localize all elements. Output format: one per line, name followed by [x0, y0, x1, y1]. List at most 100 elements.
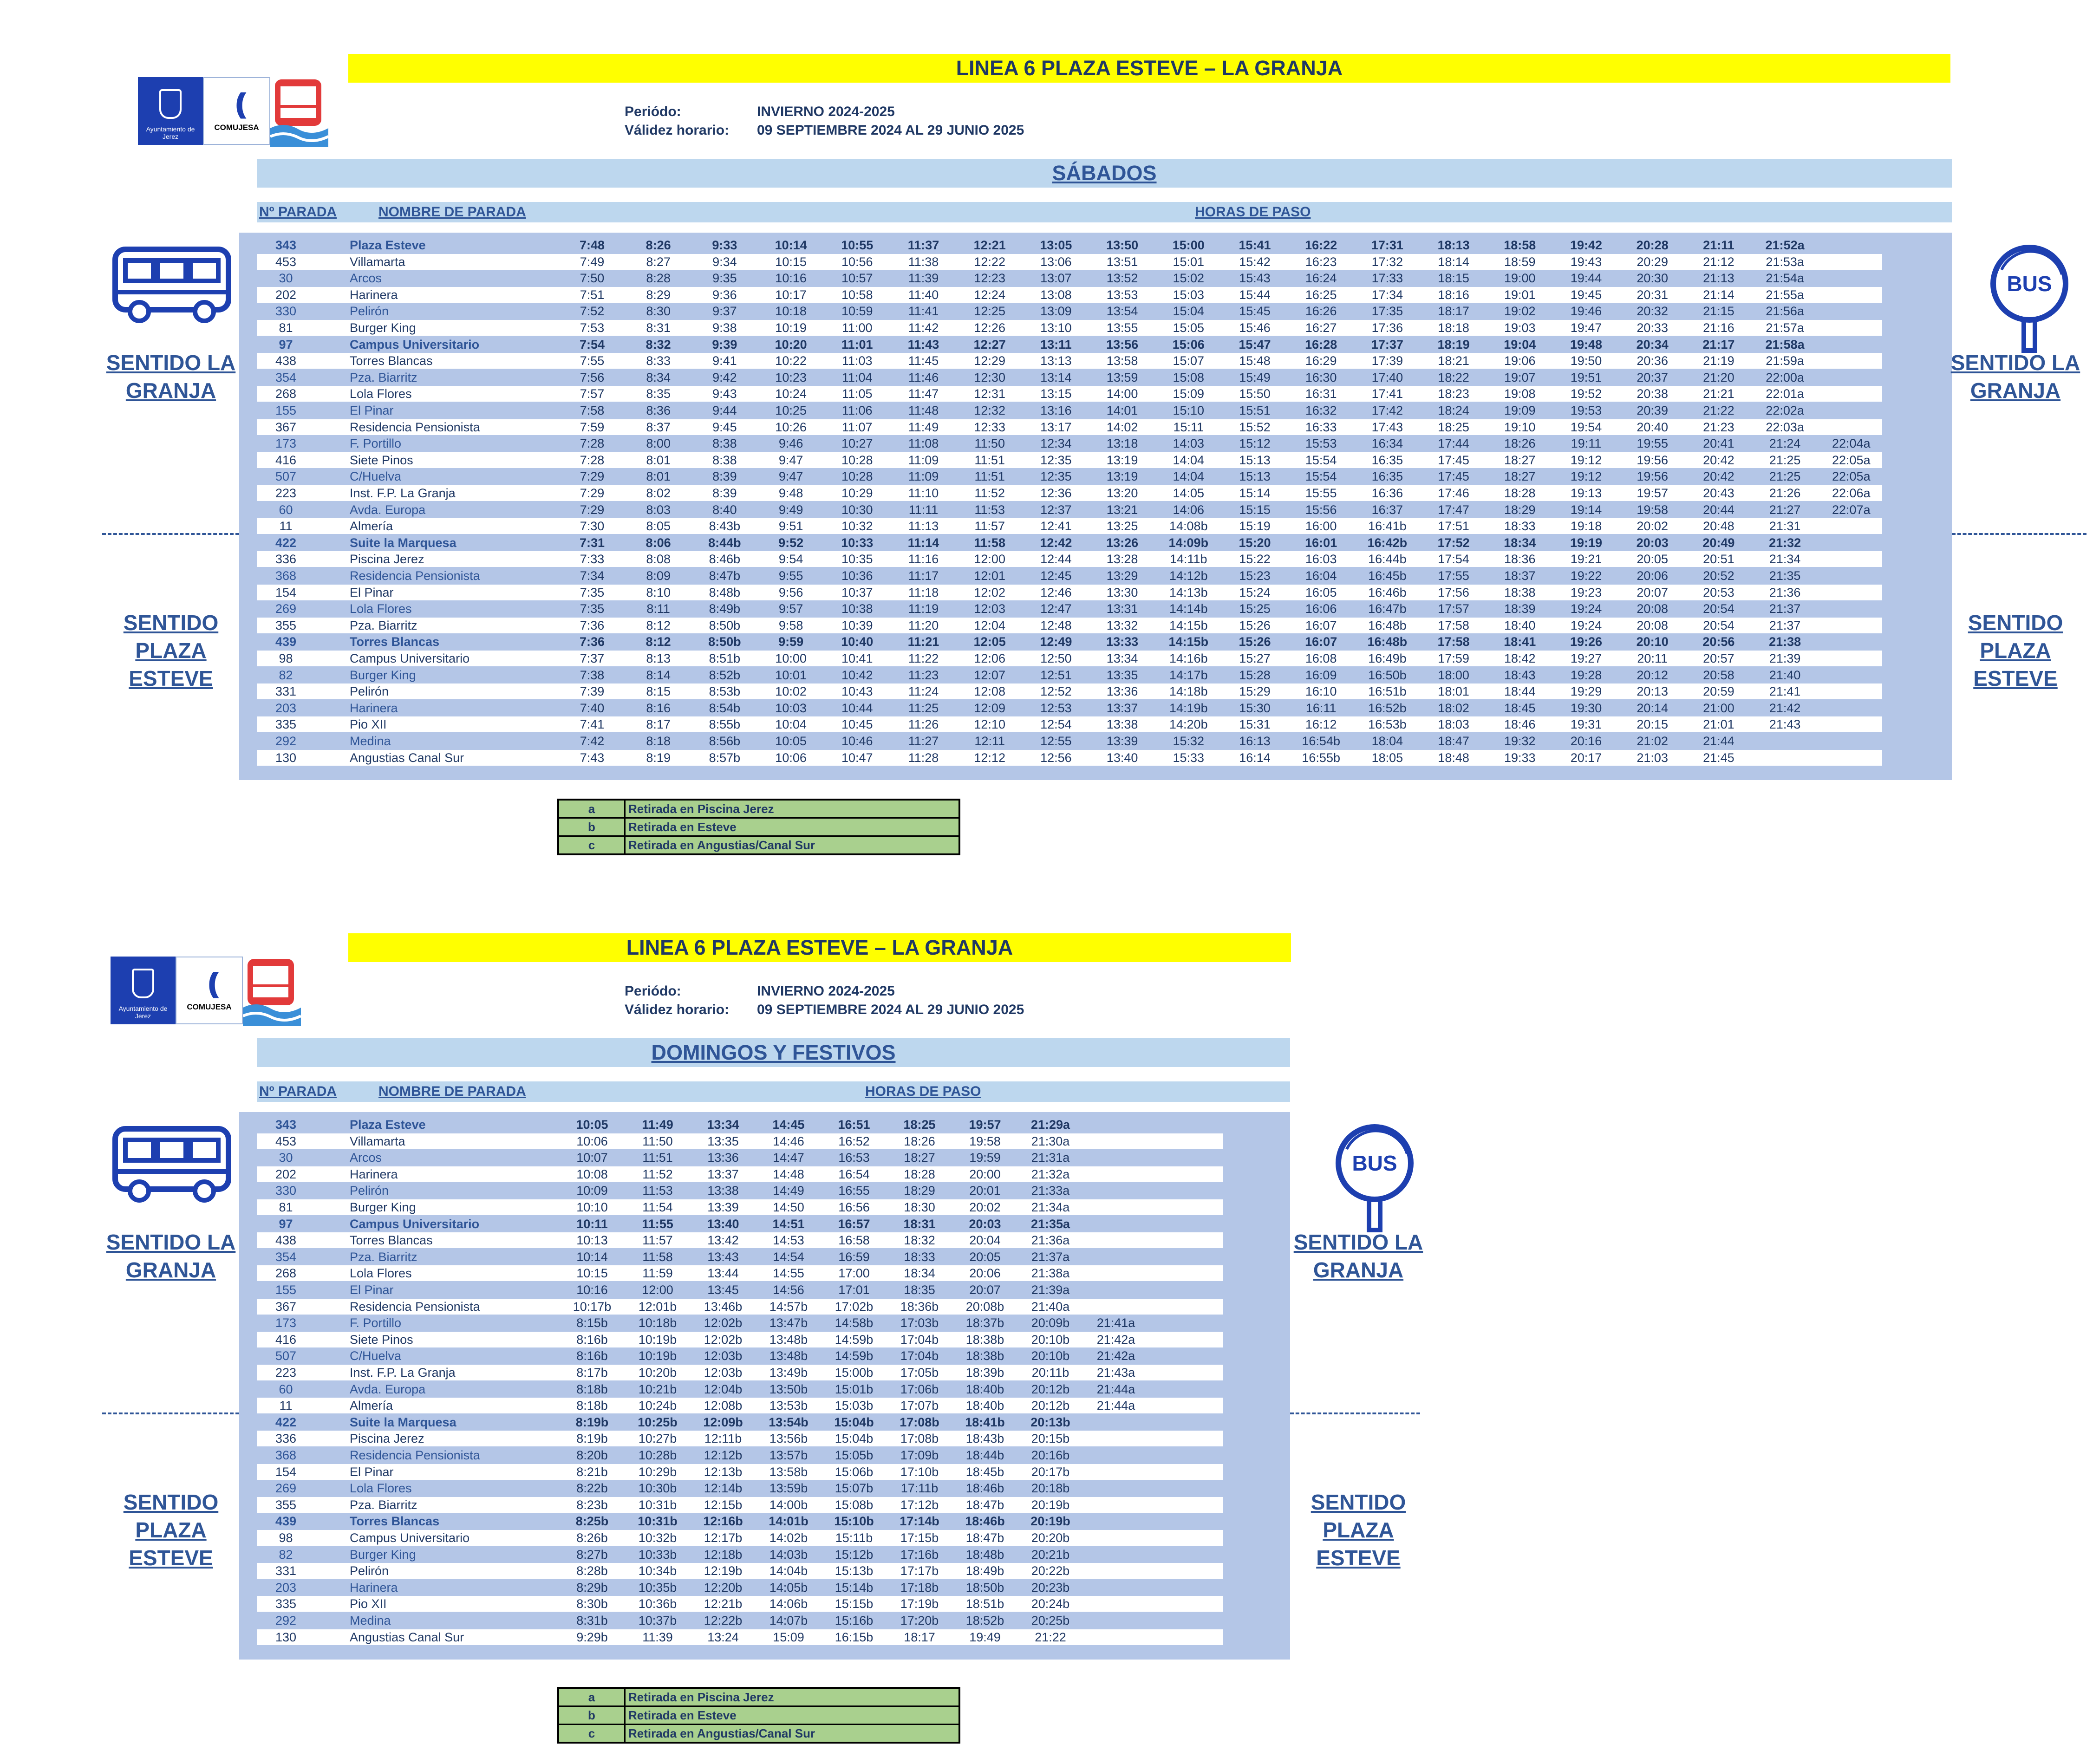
departure-time: 8:39 [712, 486, 737, 500]
departure-time: 12:03b [704, 1366, 743, 1380]
stop-name: F. Portillo [350, 1316, 402, 1330]
departure-time: 9:29b [576, 1630, 608, 1644]
departure-time: 10:05 [775, 734, 807, 748]
departure-time: 8:50b [708, 635, 741, 649]
departure-time: 20:22b [1031, 1564, 1070, 1578]
departure-time: 15:54 [1305, 469, 1337, 484]
departure-time: 11:51 [642, 1151, 673, 1165]
departure-time: 21:12 [1703, 254, 1734, 269]
departure-time: 21:57a [1766, 321, 1804, 335]
departure-time: 7:48 [579, 238, 605, 252]
table-row: 97 Campus Universitario 10:11 11:55 13:40 14:… [257, 1216, 1223, 1232]
departure-time: 11:01 [841, 337, 873, 351]
departure-time: 13:35 [1106, 668, 1138, 682]
departure-time: 19:55 [1637, 436, 1668, 451]
departure-time: 21:37 [1769, 618, 1801, 632]
departure-time: 16:11 [1305, 701, 1337, 715]
departure-time: 21:43 [1769, 717, 1801, 732]
departure-time: 16:58 [838, 1233, 870, 1248]
departure-time: 8:03 [646, 502, 671, 517]
departure-time: 9:56 [778, 585, 803, 599]
departure-time: 12:00 [642, 1283, 673, 1297]
departure-time: 18:34 [1504, 535, 1536, 550]
departure-time: 11:13 [908, 519, 939, 534]
departure-time: 20:39 [1637, 404, 1668, 417]
departure-time: 11:25 [908, 701, 939, 715]
validity-value: 09 SEPTIEMBRE 2024 AL 29 JUNIO 2025 [757, 1002, 1024, 1017]
departure-time: 12:24 [974, 287, 1005, 302]
departure-time: 14:47 [773, 1151, 804, 1165]
departure-time: 18:17 [904, 1630, 935, 1644]
departure-time: 9:52 [778, 535, 804, 550]
departure-time: 9:38 [712, 321, 737, 335]
departure-time: 11:37 [907, 238, 939, 252]
departure-time: 17:44 [1438, 436, 1469, 451]
departure-time: 8:53b [709, 684, 741, 699]
departure-time: 13:36 [1106, 684, 1138, 699]
departure-time: 15:13 [1239, 469, 1271, 484]
stop-number: 439 [275, 635, 297, 649]
departure-time: 20:54 [1703, 602, 1734, 616]
departure-time: 14:49 [773, 1184, 804, 1198]
stop-name: Harinera [350, 1167, 398, 1181]
departure-time: 21:19 [1703, 354, 1734, 368]
stop-number: 82 [279, 1547, 293, 1562]
departure-time: 22:02a [1766, 404, 1804, 417]
departure-time: 15:42 [1239, 254, 1271, 269]
departure-time: 18:04 [1371, 734, 1403, 748]
departure-time: 20:51 [1703, 552, 1734, 566]
departure-time: 8:47b [709, 569, 741, 583]
departure-time: 13:07 [1040, 271, 1072, 286]
departure-time: 10:42 [841, 668, 873, 682]
departure-time: 16:34 [1371, 436, 1403, 451]
departure-time: 21:42a [1096, 1349, 1135, 1363]
direction-label-plaza-esteve: SENTIDO PLAZA ESTEVE [101, 1488, 241, 1572]
departure-time: 15:05 [1173, 321, 1205, 335]
departure-time: 15:23 [1239, 569, 1271, 583]
departure-time: 7:31 [579, 535, 605, 550]
departure-time: 10:17 [775, 287, 807, 302]
stop-name: Siete Pinos [350, 453, 413, 467]
stop-number: 355 [275, 1497, 297, 1512]
departure-time: 19:48 [1570, 337, 1603, 351]
departure-time: 14:00 [1106, 387, 1138, 401]
departure-time: 14:03 [1173, 436, 1205, 451]
departure-time: 8:36 [646, 404, 671, 417]
departure-time: 15:52 [1239, 420, 1271, 434]
departure-time: 15:28 [1239, 668, 1271, 682]
departure-time: 11:57 [642, 1233, 673, 1248]
departure-time: 13:56b [769, 1432, 808, 1446]
departure-time: 19:45 [1570, 287, 1602, 302]
direction-label-line: SENTIDO [123, 1490, 219, 1514]
departure-time: 18:02 [1438, 701, 1469, 715]
departure-time: 17:40 [1371, 370, 1403, 384]
departure-time: 17:43 [1371, 420, 1403, 434]
departure-time: 19:29 [1570, 684, 1602, 699]
comujesa-bus-logo [270, 79, 329, 147]
departure-time: 19:54 [1570, 420, 1602, 434]
stop-number: 439 [275, 1514, 297, 1529]
stop-number: 268 [275, 1266, 297, 1281]
departure-time: 8:31 [646, 321, 671, 335]
departure-time: 8:56b [709, 734, 741, 748]
legend-key: c [559, 1725, 626, 1742]
table-row: 11 Almería 8:18b 10:24b 12:08b 13:53b 15:03b 17… [257, 1398, 1223, 1414]
departure-time: 13:19 [1106, 469, 1138, 484]
departure-time: 15:07b [835, 1481, 874, 1496]
departure-time: 11:23 [908, 668, 939, 682]
departure-time: 17:11b [900, 1481, 939, 1496]
stop-name: Burger King [350, 1200, 416, 1214]
departure-time: 15:45 [1239, 304, 1271, 319]
legend-row: b Retirada en Esteve [559, 1707, 958, 1725]
departure-time: 19:28 [1570, 668, 1602, 682]
departure-time: 19:50 [1570, 354, 1602, 368]
departure-time: 15:12b [835, 1547, 874, 1562]
departure-time: 21:37a [1031, 1250, 1070, 1264]
stop-name: Plaza Esteve [350, 1118, 426, 1132]
col-times: HORAS DE PASO [1195, 204, 1311, 220]
departure-time: 11:06 [842, 404, 873, 417]
departure-time: 19:56 [1637, 469, 1668, 484]
departure-time: 18:45b [965, 1465, 1004, 1479]
departure-time: 21:20 [1703, 370, 1734, 384]
stop-name: Campus Universitario [350, 1531, 470, 1545]
